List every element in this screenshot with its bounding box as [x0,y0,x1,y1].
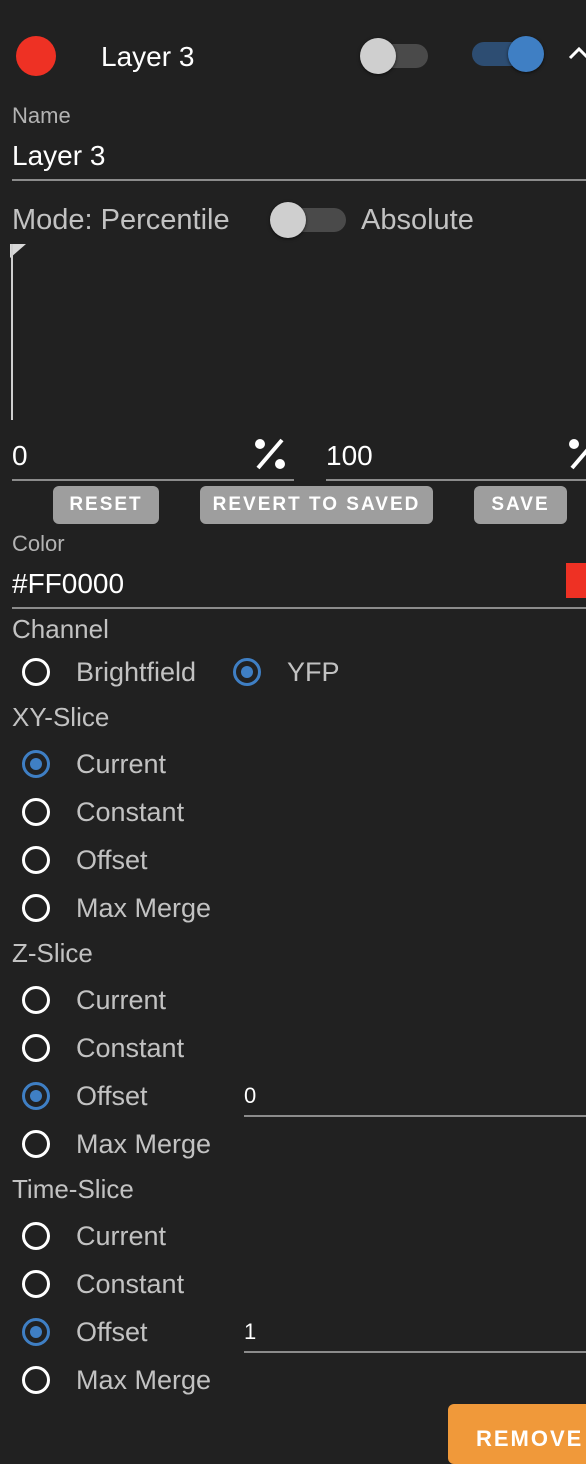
xy-constant-label[interactable]: Constant [76,795,184,829]
time-constant-label[interactable]: Constant [76,1267,184,1301]
channel-yfp-radio[interactable] [233,658,261,686]
mode-toggle[interactable] [268,200,348,240]
channel-brightfield-radio[interactable] [22,658,50,686]
name-field-underline [12,179,586,181]
range-histogram[interactable] [10,244,586,420]
xy-max-merge-label[interactable]: Max Merge [76,891,211,925]
color-swatch[interactable] [566,563,586,598]
chevron-up-icon[interactable] [566,40,586,66]
range-max-underline [326,479,586,481]
range-min-input[interactable]: 0 [12,438,28,474]
time-current-label[interactable]: Current [76,1219,166,1253]
z-max-merge-radio[interactable] [22,1130,50,1158]
z-offset-input[interactable]: 0 [244,1081,256,1111]
z-constant-label[interactable]: Constant [76,1031,184,1065]
channel-title: Channel [12,614,109,644]
percent-icon[interactable] [566,436,586,472]
z-offset-underline [244,1115,586,1117]
z-constant-radio[interactable] [22,1034,50,1062]
xy-slice-title: XY-Slice [12,702,110,732]
layer-color-dot [16,36,56,76]
z-current-label[interactable]: Current [76,983,166,1017]
z-offset-label[interactable]: Offset [76,1079,148,1113]
mode-percentile-label: Mode: Percentile [12,204,230,236]
range-min-underline [12,479,294,481]
range-axis-line [11,244,13,420]
save-button[interactable]: SAVE [474,486,567,524]
percent-icon[interactable] [252,436,288,472]
name-field[interactable]: Layer 3 [12,138,105,174]
time-slice-title: Time-Slice [12,1174,134,1204]
color-label: Color [12,531,65,556]
xy-offset-radio[interactable] [22,846,50,874]
z-current-radio[interactable] [22,986,50,1014]
remove-button[interactable]: REMOVE [448,1404,586,1464]
time-offset-underline [244,1351,586,1353]
name-label: Name [12,103,71,128]
time-current-radio[interactable] [22,1222,50,1250]
time-offset-label[interactable]: Offset [76,1315,148,1349]
reset-button[interactable]: RESET [53,486,159,524]
xy-current-radio[interactable] [22,750,50,778]
time-max-merge-radio[interactable] [22,1366,50,1394]
color-field-underline [12,607,586,609]
time-offset-input[interactable]: 1 [244,1317,256,1347]
xy-current-label[interactable]: Current [76,747,166,781]
color-field[interactable]: #FF0000 [12,566,124,602]
z-max-merge-label[interactable]: Max Merge [76,1127,211,1161]
visibility-toggle[interactable] [358,36,430,76]
channel-yfp-label[interactable]: YFP [287,655,340,689]
time-max-merge-label[interactable]: Max Merge [76,1363,211,1397]
xy-offset-label[interactable]: Offset [76,843,148,877]
channel-brightfield-label[interactable]: Brightfield [76,655,196,689]
revert-to-saved-button[interactable]: REVERT TO SAVED [200,486,433,524]
xy-constant-radio[interactable] [22,798,50,826]
xy-max-merge-radio[interactable] [22,894,50,922]
z-offset-radio[interactable] [22,1082,50,1110]
z-slice-title: Z-Slice [12,938,93,968]
time-offset-radio[interactable] [22,1318,50,1346]
layer-title: Layer 3 [101,41,195,72]
enable-toggle[interactable] [470,34,546,74]
time-constant-radio[interactable] [22,1270,50,1298]
mode-absolute-label: Absolute [361,204,474,236]
range-max-input[interactable]: 100 [326,438,373,474]
